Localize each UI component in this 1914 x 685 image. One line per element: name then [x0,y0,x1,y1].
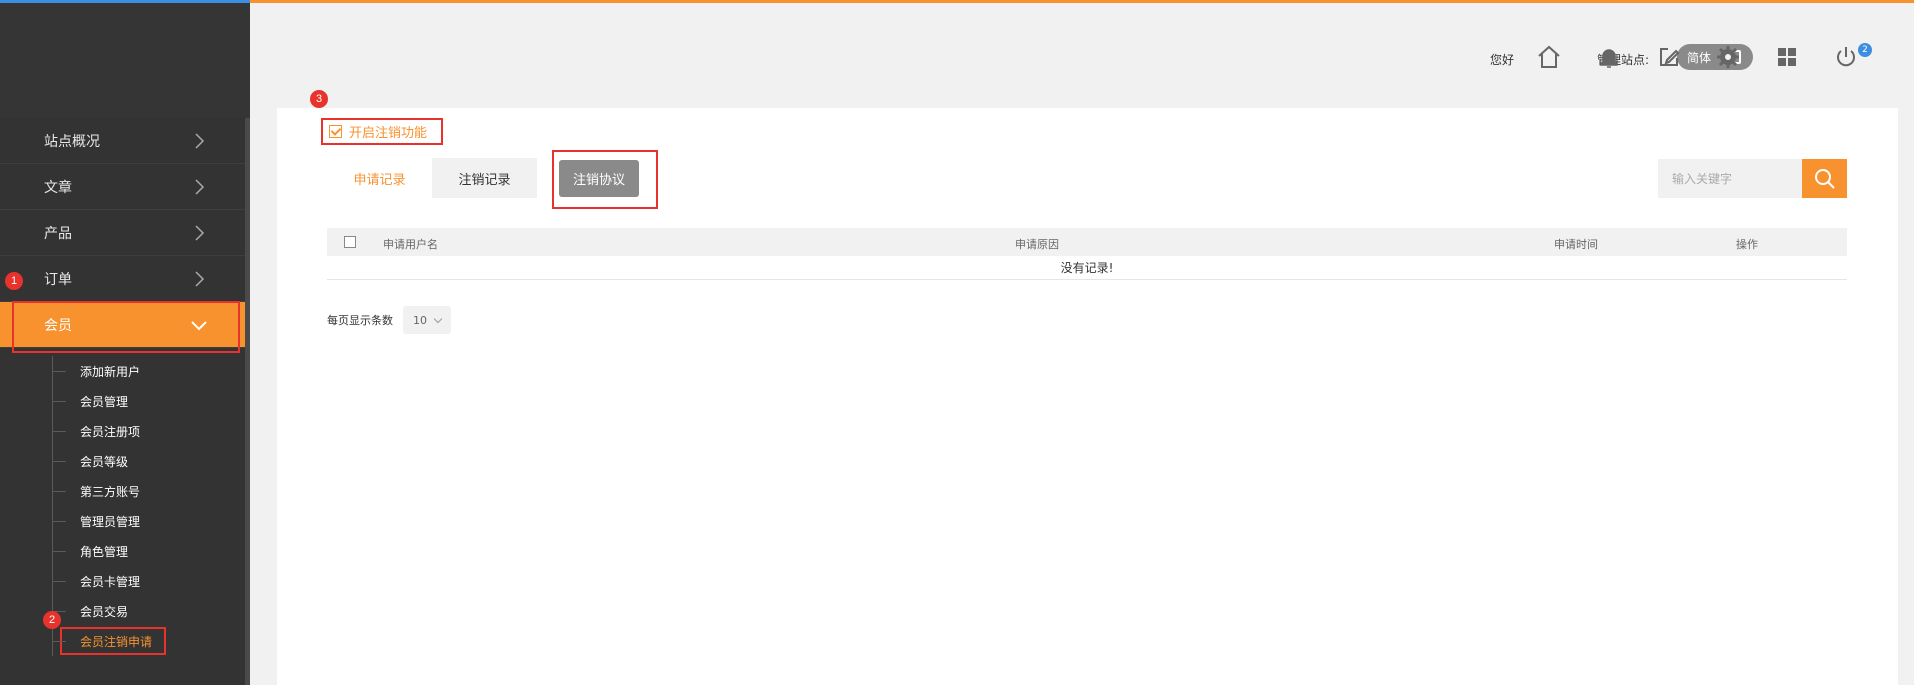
sidebar-item-product[interactable]: 产品 [0,210,250,256]
submenu-label: 会员卡管理 [80,574,141,589]
submenu-label: 添加新用户 [80,364,141,379]
submenu-member-manage[interactable]: 会员管理 [0,386,250,416]
sidebar-item-label: 文章 [44,179,72,196]
submenu-card-manage[interactable]: 会员卡管理 [0,566,250,596]
step-badge-1: 1 [5,272,23,290]
search-icon [1814,168,1835,189]
submenu-label: 管理员管理 [80,514,141,529]
select-all-checkbox[interactable] [344,236,356,248]
submenu-member-trade[interactable]: 会员交易 [0,596,250,626]
column-header: 申请用户名 [383,238,438,251]
greeting-text: 您好 [1490,53,1515,67]
gear-icon[interactable] [1714,43,1742,71]
sidebar-top-line [0,0,250,3]
submenu-member-level[interactable]: 会员等级 [0,446,250,476]
sidebar: 站点概况 文章 产品 订单 会员 添加新用户 会员管理 会员注册项 会员等级 第… [0,0,250,685]
power-icon[interactable] [1832,43,1860,71]
pagination: 每页显示条数 10 [327,306,451,334]
submenu-label: 会员注册项 [80,424,141,439]
sidebar-item-article[interactable]: 文章 [0,164,250,210]
page-size-label: 每页显示条数 [327,314,393,327]
column-header: 申请时间 [1554,238,1598,251]
submenu-cancel-request[interactable]: 会员注销申请 [0,626,250,656]
sidebar-item-label: 订单 [44,271,72,288]
cancel-protocol-button[interactable]: 注销协议 [559,160,639,197]
top-header: 您好 管理站点: 简体 2 [250,3,1914,107]
submenu-label: 会员等级 [80,454,129,469]
column-header: 申请原因 [1015,238,1059,251]
search-input[interactable] [1658,159,1802,198]
submenu-role-manage[interactable]: 角色管理 [0,536,250,566]
edit-icon[interactable] [1655,43,1683,71]
search-button[interactable] [1802,159,1847,198]
notification-count: 2 [1858,43,1872,57]
main-panel: 开启注销功能 申请记录 注销记录 注销协议 申请用户名 申请原因 申请时间 操作… [277,108,1898,685]
chevron-right-icon [195,225,205,241]
sidebar-item-member[interactable]: 会员 [0,301,250,353]
sidebar-logo-area [0,0,250,118]
bell-icon[interactable] [1595,43,1623,71]
sidebar-item-label: 站点概况 [44,133,100,150]
column-header: 操作 [1736,238,1758,251]
submenu-register-fields[interactable]: 会员注册项 [0,416,250,446]
tab-apply-records[interactable]: 申请记录 [327,158,432,198]
submenu-admin-manage[interactable]: 管理员管理 [0,506,250,536]
tab-label: 注销记录 [458,172,511,188]
member-submenu: 添加新用户 会员管理 会员注册项 会员等级 第三方账号 管理员管理 角色管理 会… [0,348,250,656]
submenu-third-party[interactable]: 第三方账号 [0,476,250,506]
apps-icon[interactable] [1773,43,1801,71]
checkbox-checked-icon [329,125,342,138]
home-icon[interactable] [1535,43,1563,71]
sidebar-item-label: 产品 [44,225,72,242]
table-header: 申请用户名 申请原因 申请时间 操作 [327,228,1847,256]
submenu-add-user[interactable]: 添加新用户 [0,356,250,386]
sidebar-scrollbar[interactable] [245,118,250,685]
page-size-select[interactable]: 10 [403,306,451,334]
record-tabs: 申请记录 注销记录 [327,158,537,198]
sidebar-item-label: 会员 [44,317,72,334]
submenu-label: 第三方账号 [80,484,141,499]
tab-cancel-records[interactable]: 注销记录 [432,158,537,198]
submenu-label: 会员管理 [80,394,129,409]
tab-label: 申请记录 [353,172,406,188]
step-badge-2: 2 [43,611,61,629]
sidebar-item-overview[interactable]: 站点概况 [0,118,250,164]
enable-cancel-label: 开启注销功能 [349,126,428,141]
chevron-down-icon [191,321,207,331]
chevron-right-icon [195,271,205,287]
chevron-right-icon [195,179,205,195]
submenu-label: 会员交易 [80,604,129,619]
highlight-box [60,627,166,655]
submenu-label: 角色管理 [80,544,129,559]
sidebar-item-order[interactable]: 订单 [0,256,250,302]
enable-cancel-checkbox[interactable]: 开启注销功能 [321,118,443,145]
chevron-right-icon [195,133,205,149]
empty-table-message: 没有记录! [327,256,1847,280]
language-label: 简体 [1687,50,1712,65]
